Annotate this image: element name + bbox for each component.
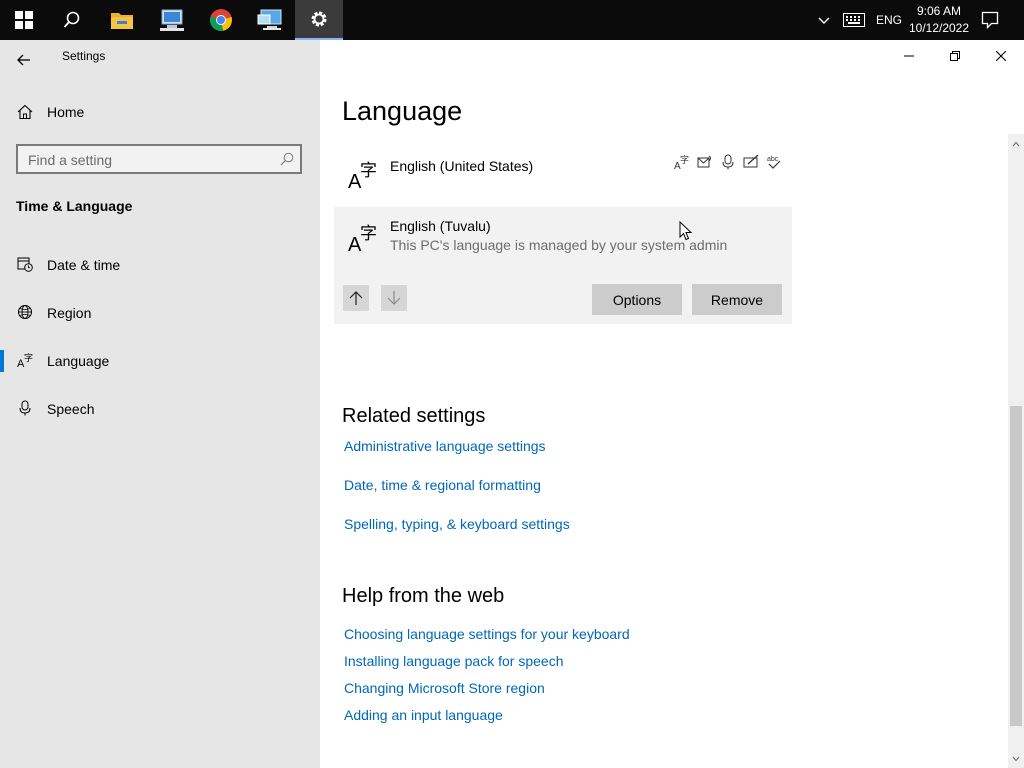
- chevron-down-icon: [1012, 756, 1020, 762]
- back-arrow-icon: [17, 54, 30, 66]
- close-icon: [996, 51, 1006, 61]
- find-setting-search[interactable]: [16, 144, 302, 174]
- svg-text:字: 字: [24, 352, 33, 364]
- home-icon: [17, 104, 33, 120]
- file-explorer-icon: [111, 13, 133, 29]
- page-title: Language: [342, 96, 463, 126]
- nav-home[interactable]: Home: [0, 100, 320, 126]
- notification-icon: [981, 11, 999, 29]
- language-name: English (Tuvalu): [390, 218, 491, 234]
- settings-gear-icon: [311, 11, 327, 27]
- window-title: Settings: [62, 49, 106, 63]
- clock-time: 9:06 AM: [916, 4, 962, 18]
- move-up-button[interactable]: [343, 285, 369, 311]
- search-icon[interactable]: [280, 152, 294, 166]
- scroll-down-button[interactable]: [1008, 751, 1024, 767]
- microphone-icon: [19, 400, 31, 416]
- sidebar-item-label: Language: [47, 353, 110, 369]
- svg-text:abc: abc: [767, 156, 779, 163]
- sidebar-item-speech[interactable]: Speech: [0, 392, 320, 426]
- link-add-input-language[interactable]: Adding an input language: [344, 707, 503, 723]
- link-spelling-typing-keyboard-settings[interactable]: Spelling, typing, & keyboard settings: [344, 516, 570, 532]
- network-computer-button[interactable]: [148, 0, 196, 40]
- sidebar-item-language[interactable]: A 字 Language: [0, 344, 320, 378]
- remote-desktop-button[interactable]: [246, 0, 294, 40]
- help-from-web-heading: Help from the web: [342, 585, 505, 607]
- speech-recognition-icon: [722, 154, 734, 170]
- search-icon: [63, 11, 80, 28]
- clock[interactable]: 9:06 AM 10/12/2022: [902, 3, 976, 37]
- network-computer-icon: [160, 9, 184, 31]
- taskbar: ENG 9:06 AM 10/12/2022: [0, 0, 1024, 40]
- options-button[interactable]: Options: [592, 284, 682, 315]
- calendar-clock-icon: [17, 257, 33, 272]
- language-feature-icons: A 字 abc: [674, 154, 782, 170]
- settings-sidebar: Settings Home Time & Language Date & tim…: [0, 40, 320, 768]
- chevron-up-icon: [1012, 141, 1020, 147]
- text-to-speech-icon: [697, 155, 711, 168]
- link-administrative-language-settings[interactable]: Administrative language settings: [344, 438, 546, 454]
- chevron-up-icon: [818, 17, 830, 24]
- file-explorer-button[interactable]: [98, 0, 146, 40]
- language-icon: A 字: [348, 224, 377, 253]
- input-language-indicator[interactable]: ENG: [876, 0, 902, 40]
- scroll-up-button[interactable]: [1008, 136, 1024, 152]
- move-down-button[interactable]: [381, 285, 407, 311]
- minimize-icon: [904, 55, 914, 57]
- sidebar-item-label: Speech: [47, 401, 95, 417]
- language-item-english-tuvalu[interactable]: A 字 English (Tuvalu) This PC's language …: [334, 207, 792, 324]
- globe-icon: [18, 305, 32, 319]
- admin-managed-note: This PC's language is managed by your sy…: [390, 237, 728, 253]
- clock-date: 10/12/2022: [908, 21, 970, 35]
- svg-text:字: 字: [360, 161, 377, 181]
- keyboard-icon: [843, 13, 865, 27]
- svg-text:字: 字: [360, 224, 377, 244]
- spelling-icon: abc: [767, 156, 781, 169]
- link-keyboard-language-settings[interactable]: Choosing language settings for your keyb…: [344, 626, 630, 642]
- display-language-icon: A 字: [674, 154, 689, 170]
- search-input[interactable]: [26, 150, 270, 170]
- arrow-up-icon: [349, 291, 363, 305]
- link-store-region[interactable]: Changing Microsoft Store region: [344, 680, 545, 696]
- back-button[interactable]: [10, 46, 38, 74]
- action-center-button[interactable]: [981, 0, 1001, 40]
- sidebar-item-label: Date & time: [47, 257, 121, 273]
- arrow-down-icon: [387, 291, 401, 305]
- minimize-button[interactable]: [886, 40, 932, 72]
- sidebar-section-title: Time & Language: [16, 198, 133, 214]
- language-icon: A 字: [17, 352, 33, 368]
- restore-button[interactable]: [932, 40, 978, 72]
- scrollbar-thumb[interactable]: [1010, 406, 1022, 726]
- language-icon: A 字: [348, 161, 377, 190]
- chrome-button[interactable]: [197, 0, 245, 40]
- windows-start-button[interactable]: [0, 0, 48, 40]
- touch-keyboard-button[interactable]: [843, 0, 867, 40]
- sidebar-item-date-time[interactable]: Date & time: [0, 248, 320, 282]
- language-item-english-us[interactable]: A 字 English (United States) A 字 abc: [334, 146, 792, 202]
- svg-text:字: 字: [680, 154, 689, 166]
- language-name: English (United States): [390, 158, 534, 174]
- related-settings-heading: Related settings: [342, 405, 486, 427]
- taskbar-search-button[interactable]: [48, 0, 96, 40]
- link-date-time-regional-formatting[interactable]: Date, time & regional formatting: [344, 477, 541, 493]
- close-button[interactable]: [978, 40, 1024, 72]
- mouse-cursor-icon: [679, 221, 693, 241]
- settings-taskbar-button[interactable]: [295, 0, 343, 40]
- nav-home-label: Home: [47, 104, 85, 120]
- sidebar-item-region[interactable]: Region: [0, 296, 320, 330]
- show-hidden-icons-button[interactable]: [817, 0, 837, 40]
- sidebar-item-label: Region: [47, 305, 92, 321]
- chrome-icon: [209, 9, 232, 31]
- restore-icon: [950, 51, 960, 61]
- remove-button[interactable]: Remove: [692, 284, 782, 315]
- remote-desktop-icon: [257, 9, 282, 30]
- windows-start-icon: [15, 11, 33, 29]
- link-speech-language-pack[interactable]: Installing language pack for speech: [344, 653, 563, 669]
- handwriting-icon: [743, 154, 759, 168]
